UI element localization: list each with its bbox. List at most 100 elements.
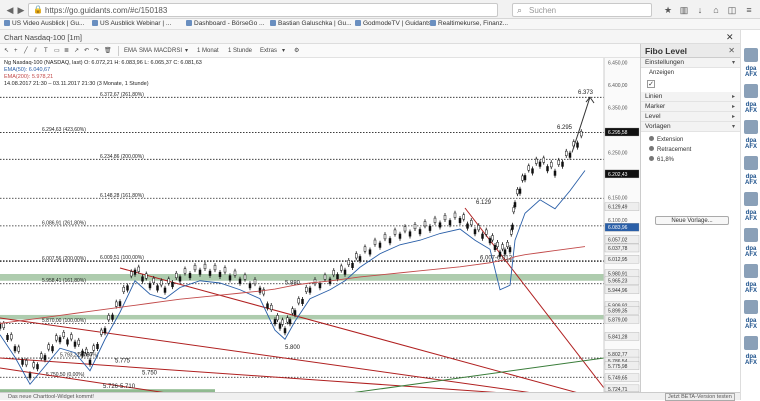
section-level[interactable]: Level ▸: [641, 112, 740, 122]
y-tick-label: 6.250,00: [608, 151, 628, 157]
line-tool-icon[interactable]: ╱: [22, 46, 30, 56]
dpa-afx-logo-icon[interactable]: dpa AFX: [744, 210, 758, 224]
candle-body: [413, 224, 417, 230]
candle-body: [107, 315, 110, 321]
candle-body: [398, 233, 402, 239]
anzeigen-checkbox[interactable]: ✓: [647, 80, 655, 88]
candle-body: [351, 262, 354, 268]
candle-body: [291, 308, 294, 314]
bookmark-item[interactable]: Bastian Galuschka | Gu...: [270, 20, 352, 27]
template-retracement[interactable]: Retracement: [641, 145, 740, 155]
candle-body: [550, 162, 553, 168]
toolbar-interval[interactable]: 1 Stunde: [226, 46, 254, 56]
candle-body: [47, 344, 50, 350]
author-avatar[interactable]: [744, 156, 758, 170]
candle-body: [175, 272, 178, 278]
undo-icon[interactable]: ↶: [82, 46, 91, 56]
chevron-down-icon: ▾: [731, 60, 735, 66]
bookmark-item[interactable]: US Video Ausblick | Gu...: [4, 20, 84, 27]
candle-body: [561, 161, 564, 167]
price-chart[interactable]: 6.372,67 (261,80%) 6.294,63 (423,60%) 6.23…: [0, 58, 640, 400]
library-icon[interactable]: ▥: [678, 4, 690, 16]
candle-body: [448, 220, 452, 226]
template-618[interactable]: 61,8%: [641, 155, 740, 165]
section-linien[interactable]: Linien ▸: [641, 92, 740, 102]
fib-level-label: 6.009,51 (100,00%): [100, 255, 144, 261]
text-tool-icon[interactable]: T: [42, 46, 50, 56]
settings-icon[interactable]: ⚙: [292, 46, 301, 56]
extension-icon[interactable]: ◫: [726, 4, 738, 16]
fib-level-label: 6.148,28 (161,80%): [100, 193, 144, 199]
dpa-afx-logo-icon[interactable]: dpa AFX: [744, 318, 758, 332]
author-avatar[interactable]: [744, 228, 758, 242]
candle-body: [288, 319, 292, 325]
author-avatar[interactable]: [744, 84, 758, 98]
chart-canvas[interactable]: 6.372,67 (261,80%) 6.294,63 (423,60%) 6.23…: [0, 58, 640, 400]
chevron-down-icon[interactable]: ▾: [183, 46, 190, 56]
candle-body: [503, 249, 507, 255]
redo-icon[interactable]: ↷: [92, 46, 101, 56]
toolbar-rsi[interactable]: RSI: [170, 46, 184, 56]
price-label-text: 6.083,96: [608, 225, 628, 231]
candle-body: [100, 329, 103, 335]
channel-tool-icon[interactable]: ⫽: [32, 46, 39, 56]
toolbar-period[interactable]: 1 Monat: [195, 46, 221, 56]
bookmark-item[interactable]: GodmodeTV | Guidants: [355, 20, 431, 27]
author-avatar[interactable]: [744, 264, 758, 278]
candle-body: [2, 323, 5, 329]
candle-body: [297, 298, 300, 304]
menu-icon[interactable]: ≡: [743, 4, 755, 16]
bookmark-item[interactable]: US Ausblick Webinar | ...: [92, 20, 171, 27]
dpa-afx-logo-icon[interactable]: dpa AFX: [744, 138, 758, 152]
template-extension[interactable]: Extension: [641, 135, 740, 145]
fib-tool-icon[interactable]: ≣: [62, 46, 71, 56]
cursor-tool-icon[interactable]: ↖: [2, 46, 11, 56]
author-avatar[interactable]: [744, 192, 758, 206]
dpa-afx-logo-icon[interactable]: dpa AFX: [744, 282, 758, 296]
close-panel-icon[interactable]: ✕: [728, 46, 735, 55]
author-avatar[interactable]: [744, 300, 758, 314]
section-vorlagen[interactable]: Vorlagen ▾: [641, 122, 740, 132]
arrow-tool-icon[interactable]: ↗: [72, 46, 81, 56]
price-label-text: 6.295,58: [608, 130, 628, 136]
download-icon[interactable]: ↓: [694, 4, 706, 16]
bookmark-item[interactable]: Dashboard - BörseGo ...: [186, 20, 264, 27]
candle-body: [481, 233, 484, 239]
crosshair-tool-icon[interactable]: +: [12, 46, 20, 56]
browser-search-input[interactable]: ⌕ Suchen: [512, 3, 652, 17]
bookmark-favicon-icon: [4, 20, 10, 26]
close-icon[interactable]: ✕: [726, 32, 734, 43]
candle-body: [443, 215, 447, 221]
candle-body: [493, 244, 497, 250]
home-icon[interactable]: ⌂: [710, 4, 722, 16]
section-einstellungen[interactable]: Einstellungen ▾: [641, 58, 740, 68]
chevron-down-icon[interactable]: ▾: [280, 46, 287, 56]
address-bar[interactable]: 🔒 https://go.guidants.com/#c/150183: [28, 3, 498, 17]
bookmark-item[interactable]: Realtimekurse, Finanz...: [430, 20, 508, 27]
author-avatar[interactable]: [744, 48, 758, 62]
author-avatar[interactable]: [744, 336, 758, 350]
candle-body: [580, 131, 583, 137]
dpa-afx-logo-icon[interactable]: dpa AFX: [744, 354, 758, 368]
section-marker[interactable]: Marker ▸: [641, 102, 740, 112]
candle-body: [243, 274, 247, 280]
chart-annotation: 5.750: [142, 370, 158, 376]
new-template-button[interactable]: Neue Vorlage...: [655, 216, 729, 225]
dpa-afx-logo-icon[interactable]: dpa AFX: [744, 66, 758, 80]
candle-body: [553, 170, 557, 176]
candle-body: [308, 287, 312, 293]
dpa-afx-logo-icon[interactable]: dpa AFX: [744, 174, 758, 188]
dpa-afx-logo-icon[interactable]: dpa AFX: [744, 246, 758, 260]
toolbar-extras[interactable]: Extras: [258, 46, 279, 56]
star-icon[interactable]: ★: [662, 4, 674, 16]
rect-tool-icon[interactable]: ▭: [52, 46, 62, 56]
candle-body: [10, 334, 13, 340]
panel-title: Fibo Level: [645, 46, 688, 56]
candle-body: [43, 355, 47, 361]
forward-icon[interactable]: ▶: [15, 4, 27, 16]
candle-body: [193, 265, 197, 271]
trash-icon[interactable]: 🗑: [102, 46, 114, 56]
dpa-afx-logo-icon[interactable]: dpa AFX: [744, 102, 758, 116]
author-avatar[interactable]: [744, 120, 758, 134]
candle-body: [363, 246, 367, 252]
